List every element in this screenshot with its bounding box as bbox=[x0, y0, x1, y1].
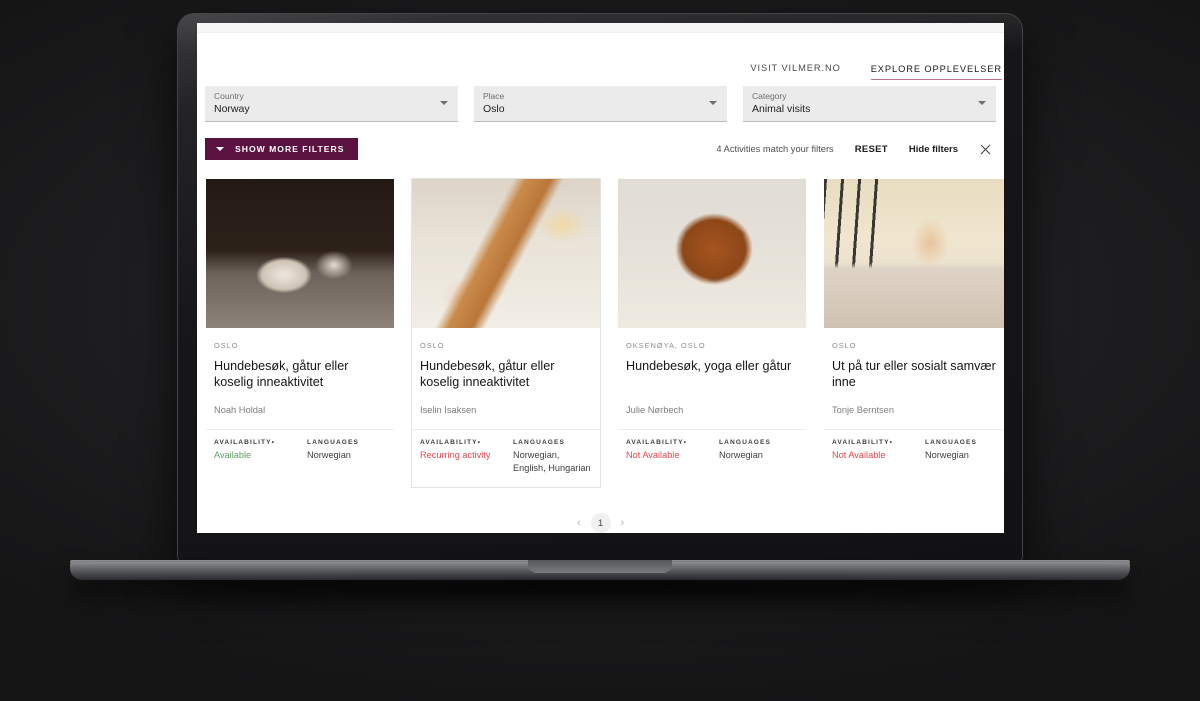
country-select-label: Country bbox=[214, 91, 244, 101]
chevron-right-icon[interactable]: › bbox=[618, 517, 628, 529]
activity-card-image bbox=[206, 179, 394, 328]
languages-label: LANGUAGES bbox=[925, 439, 978, 446]
place-select-value: Oslo bbox=[483, 103, 505, 115]
activity-card-author: Julie Nørbech bbox=[626, 405, 684, 415]
languages-column: LANGUAGES Norwegian, English, Hungarian bbox=[513, 439, 592, 474]
country-select[interactable]: Country Norway bbox=[205, 86, 458, 122]
availability-value: Not Available bbox=[832, 450, 886, 460]
languages-column: LANGUAGES Norwegian bbox=[307, 439, 386, 462]
activity-card-body: OSLO Hundebesøk, gåtur eller koselig inn… bbox=[206, 328, 394, 415]
reset-button[interactable]: RESET bbox=[855, 144, 888, 155]
availability-column: AVAILABILITY• Not Available bbox=[626, 439, 705, 462]
place-select-label: Place bbox=[483, 91, 505, 101]
activity-card-footer: AVAILABILITY• Not Available LANGUAGES No… bbox=[824, 429, 1004, 475]
site-header: VISIT VILMER.NO EXPLORE OPPLEVELSER bbox=[197, 33, 1004, 80]
activity-card[interactable]: OKSENØYA, OSLO Hundebesøk, yoga eller gå… bbox=[617, 178, 807, 476]
chevron-down-icon bbox=[978, 101, 986, 105]
availability-label: AVAILABILITY• bbox=[420, 439, 480, 446]
filter-actions-row: SHOW MORE FILTERS 4 Activities match you… bbox=[205, 138, 996, 160]
category-select[interactable]: Category Animal visits bbox=[743, 86, 996, 122]
activity-card[interactable]: OSLO Hundebesøk, gåtur eller koselig inn… bbox=[205, 178, 395, 476]
web-page: VISIT VILMER.NO EXPLORE OPPLEVELSER Coun… bbox=[197, 23, 1004, 533]
languages-value: Norwegian bbox=[925, 450, 969, 460]
category-select-value: Animal visits bbox=[752, 103, 811, 115]
pagination: ‹ 1 › bbox=[197, 513, 1004, 533]
hide-filters-button[interactable]: Hide filters bbox=[909, 144, 958, 155]
activity-card-author: Tonje Berntsen bbox=[832, 405, 895, 415]
activity-card-place: OSLO bbox=[832, 341, 857, 350]
activity-card-title: Ut på tur eller sosialt samvær inne bbox=[832, 359, 996, 389]
activity-card-author: Iselin Isaksen bbox=[420, 405, 477, 415]
activity-card-author: Noah Holdal bbox=[214, 405, 266, 415]
place-select[interactable]: Place Oslo bbox=[474, 86, 727, 122]
activity-card-image bbox=[618, 179, 806, 328]
filter-select-row: Country Norway Place Oslo Category Anima… bbox=[205, 86, 996, 122]
availability-label: AVAILABILITY• bbox=[626, 439, 686, 446]
browser-top-strip bbox=[197, 23, 1004, 33]
activity-card-footer: AVAILABILITY• Available LANGUAGES Norweg… bbox=[206, 429, 394, 475]
activity-card-body: OSLO Hundebesøk, gåtur eller koselig inn… bbox=[412, 328, 600, 415]
nav-item-visit-vilmer[interactable]: VISIT VILMER.NO bbox=[750, 63, 840, 80]
languages-label: LANGUAGES bbox=[719, 439, 772, 446]
show-more-filters-label: SHOW MORE FILTERS bbox=[235, 144, 345, 154]
availability-value: Available bbox=[214, 450, 252, 460]
activity-card-footer: AVAILABILITY• Recurring activity LANGUAG… bbox=[412, 429, 600, 487]
laptop-lid-notch bbox=[528, 560, 672, 573]
languages-label: LANGUAGES bbox=[307, 439, 360, 446]
laptop-drop-shadow bbox=[120, 578, 1080, 600]
country-select-value: Norway bbox=[214, 103, 250, 115]
nav-item-explore-opplevelser[interactable]: EXPLORE OPPLEVELSER bbox=[870, 64, 1002, 80]
filter-bar: Country Norway Place Oslo Category Anima… bbox=[197, 80, 1004, 160]
availability-column: AVAILABILITY• Available bbox=[214, 439, 293, 462]
activity-card[interactable]: OSLO Ut på tur eller sosialt samvær inne… bbox=[823, 178, 1004, 476]
availability-label: AVAILABILITY• bbox=[214, 439, 274, 446]
activity-card-footer: AVAILABILITY• Not Available LANGUAGES No… bbox=[618, 429, 806, 475]
activity-card-place: OSLO bbox=[420, 341, 445, 350]
laptop-screen: VISIT VILMER.NO EXPLORE OPPLEVELSER Coun… bbox=[197, 23, 1004, 533]
languages-column: LANGUAGES Norwegian bbox=[719, 439, 798, 462]
show-more-filters-button[interactable]: SHOW MORE FILTERS bbox=[205, 138, 359, 160]
scene: VISIT VILMER.NO EXPLORE OPPLEVELSER Coun… bbox=[0, 0, 1200, 701]
activity-card-title: Hundebesøk, gåtur eller koselig inneakti… bbox=[420, 359, 555, 389]
activity-card[interactable]: OSLO Hundebesøk, gåtur eller koselig inn… bbox=[411, 178, 601, 488]
languages-value: Norwegian bbox=[719, 450, 763, 460]
languages-label: LANGUAGES bbox=[513, 439, 566, 446]
filter-right-actions: 4 Activities match your filters RESET Hi… bbox=[716, 143, 992, 156]
availability-column: AVAILABILITY• Recurring activity bbox=[420, 439, 499, 474]
pagination-page-1[interactable]: 1 bbox=[590, 513, 611, 533]
close-icon[interactable] bbox=[979, 143, 992, 156]
chevron-down-icon bbox=[440, 101, 448, 105]
activity-card-title: Hundebesøk, yoga eller gåtur bbox=[626, 359, 792, 373]
languages-value: Norwegian, English, Hungarian bbox=[513, 450, 591, 473]
match-count-text: 4 Activities match your filters bbox=[716, 144, 834, 154]
category-select-label: Category bbox=[752, 91, 787, 101]
activity-card-place: OKSENØYA, OSLO bbox=[626, 341, 706, 350]
languages-value: Norwegian bbox=[307, 450, 351, 460]
availability-value: Not Available bbox=[626, 450, 680, 460]
availability-column: AVAILABILITY• Not Available bbox=[832, 439, 911, 462]
activity-card-body: OSLO Ut på tur eller sosialt samvær inne… bbox=[824, 328, 1004, 415]
activity-card-title: Hundebesøk, gåtur eller koselig inneakti… bbox=[214, 359, 349, 389]
chevron-down-icon bbox=[216, 147, 224, 151]
webcam-icon bbox=[597, 19, 602, 22]
chevron-down-icon bbox=[709, 101, 717, 105]
activity-card-grid: OSLO Hundebesøk, gåtur eller koselig inn… bbox=[197, 178, 1004, 488]
activity-card-image bbox=[412, 179, 600, 328]
languages-column: LANGUAGES Norwegian bbox=[925, 439, 1004, 462]
availability-value: Recurring activity bbox=[420, 450, 491, 460]
availability-label: AVAILABILITY• bbox=[832, 439, 892, 446]
activity-card-image bbox=[824, 179, 1004, 328]
activity-card-body: OKSENØYA, OSLO Hundebesøk, yoga eller gå… bbox=[618, 328, 806, 415]
chevron-left-icon[interactable]: ‹ bbox=[574, 517, 584, 529]
activity-card-place: OSLO bbox=[214, 341, 239, 350]
